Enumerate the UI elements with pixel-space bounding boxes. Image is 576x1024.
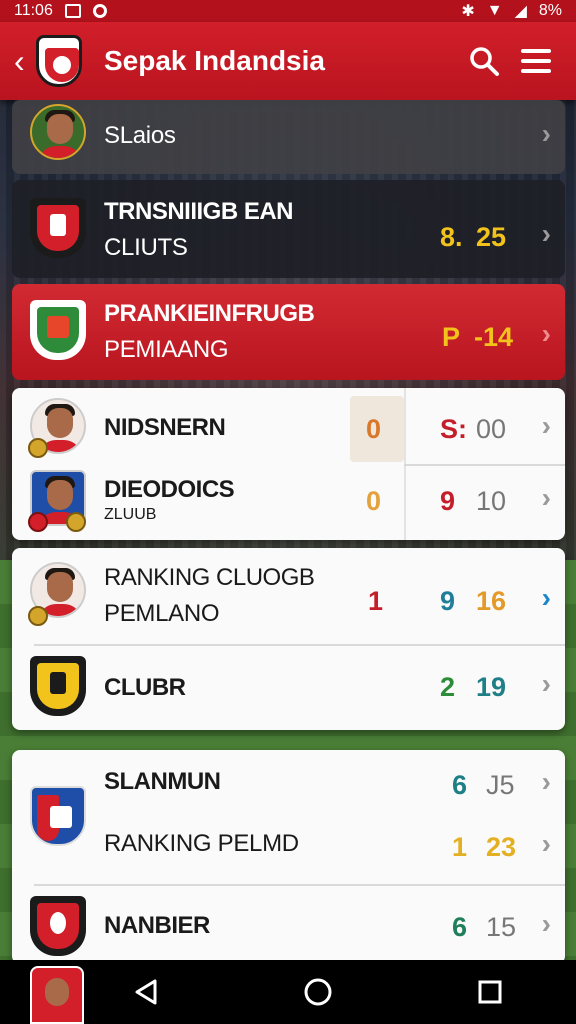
row-title[interactable]: NANBIER [104,912,210,940]
score-value: -14 [474,322,514,352]
left-value: 1 [368,586,384,616]
menu-icon [521,49,551,73]
status-bar: 11:06 ✱ ▼ ◢ 8% [0,0,576,22]
nav-recents-icon[interactable] [475,977,505,1007]
score-value: 25 [476,222,507,252]
back-arrow-icon[interactable]: ‹ [14,43,32,80]
score-value: 9 [440,586,456,616]
search-button[interactable] [458,35,510,87]
score-value: 8. [440,222,463,252]
row-subtitle: PEMIAANG [104,336,229,363]
score-value: 10 [476,486,507,516]
score-value: 00 [476,414,507,444]
navigation-bar [0,960,576,1024]
club-badge[interactable] [30,896,88,958]
club-badge[interactable] [30,656,88,718]
row-title[interactable]: CLUBR [104,674,186,702]
row-title: SLaios [104,122,176,149]
row-divider [404,464,565,466]
row-subtitle: ZLUUB [104,506,157,523]
club-logo [36,35,82,87]
bluetooth-icon: ✱ [461,3,475,20]
row-title: PRANKIEINFRUGB [104,300,315,327]
score-value: S: [440,414,467,444]
list-item[interactable]: SLaios › [12,100,565,174]
status-time: 11:06 [14,2,53,19]
score-value: 2 [440,672,456,702]
player-avatar[interactable] [28,470,88,532]
club-badge [30,198,88,260]
chevron-right-icon[interactable]: › [542,410,551,442]
list-group: SLANMUN 6 J5 › RANKING PELMD 1 23 › NANB… [12,750,565,964]
score-value: 6 [452,770,468,800]
left-value: 0 [366,486,382,516]
left-value: 0 [366,414,382,444]
row-title[interactable]: NIDSNERN [104,414,226,442]
row-title[interactable]: SLANMUN [104,768,221,796]
score-value: 9 [440,486,456,516]
list-item[interactable]: PRANKIEINFRUGB PEMIAANG P -14 › [12,284,565,380]
chevron-right-icon[interactable]: › [542,582,551,614]
row-title[interactable]: RANKING PELMD [104,830,299,858]
chevron-right-icon: › [541,218,551,249]
player-thumbnail[interactable] [30,966,84,1024]
menu-button[interactable] [510,35,562,87]
row-subtitle: PEMLANO [104,600,220,627]
chevron-right-icon[interactable]: › [542,766,551,798]
chevron-right-icon[interactable]: › [542,668,551,700]
chevron-right-icon: › [541,318,551,349]
score-value: P [442,322,461,352]
row-title[interactable]: RANKING CLUOGB [104,564,315,592]
score-value: 19 [476,672,507,702]
signal-icon: ◢ [514,3,527,20]
score-value: 6 [452,912,468,942]
score-value: J5 [486,770,515,800]
score-value: 1 [452,832,468,862]
chevron-right-icon: › [541,118,551,149]
score-value: 16 [476,586,507,616]
chevron-right-icon[interactable]: › [542,828,551,860]
list-group: RANKING CLUOGB PEMLANO 1 9 16 › CLUBR 2 … [12,548,565,730]
search-icon [470,47,499,76]
row-title: TRNSNIIIGB EAN [104,198,294,225]
chevron-right-icon[interactable]: › [542,482,551,514]
wifi-icon: ▼ [486,2,503,19]
row-subtitle: CLIUTS [104,234,188,261]
row-divider [34,884,565,886]
row-title[interactable]: DIEODOICS [104,476,235,504]
app-title: Sepak Indandsia [104,45,325,76]
battery-level: 8% [538,2,562,19]
app-bar: ‹ Sepak Indandsia [0,22,576,100]
player-avatar[interactable] [28,398,88,460]
record-notification-icon [92,4,107,18]
score-value: 23 [486,832,517,862]
score-value: 15 [486,912,517,942]
club-badge [30,300,88,362]
list-item[interactable]: TRNSNIIIGB EAN CLIUTS 8. 25 › [12,180,565,278]
nav-back-icon[interactable] [131,977,161,1007]
list-group: NIDSNERN 0 S: 00 › DIEODOICS ZLUUB 0 9 1… [12,388,565,540]
player-avatar [30,104,88,166]
club-badge[interactable] [30,786,88,848]
player-avatar[interactable] [28,562,88,626]
image-notification-icon [64,4,81,18]
nav-home-icon[interactable] [303,977,333,1007]
chevron-right-icon[interactable]: › [542,908,551,940]
row-divider [34,644,565,646]
